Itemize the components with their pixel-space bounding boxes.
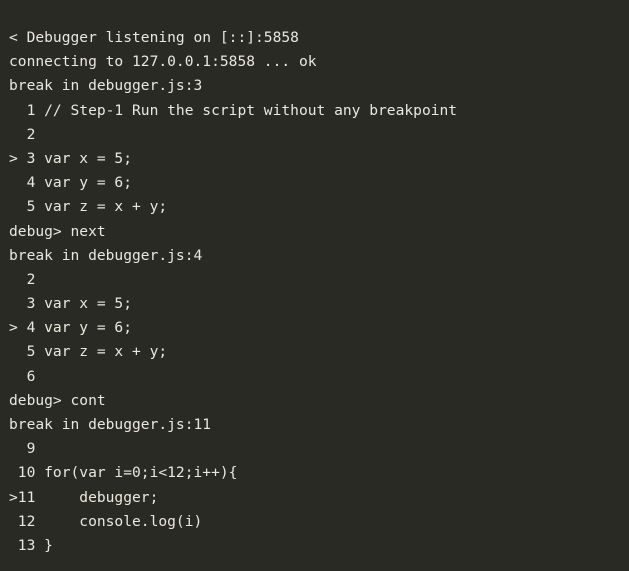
terminal-output-pane[interactable]: < Debugger listening on [::]:5858connect… [0, 0, 629, 571]
terminal-line-source-line: 5 var z = x + y; [9, 198, 168, 216]
terminal-line-prompt-command: debug> next [9, 222, 106, 240]
terminal-line-source-line: 5 var z = x + y; [9, 343, 168, 361]
terminal-line-source-line: 1 // Step-1 Run the script without any b… [9, 101, 458, 119]
terminal-line-prompt-command: debug> cont [9, 391, 106, 409]
terminal-line-break-notice: break in debugger.js:3 [9, 77, 203, 95]
terminal-line-break-notice: break in debugger.js:4 [9, 246, 203, 264]
terminal-line-break-notice: break in debugger.js:11 [9, 416, 212, 433]
terminal-line-source-line: > 4 var y = 6; [9, 319, 133, 337]
terminal-line-debugger-output: < Debugger listening on [::]:5858 [9, 29, 299, 46]
terminal-line-source-line: 2 [9, 270, 36, 288]
terminal-line-source-line: 3 var x = 5; [9, 295, 133, 313]
terminal-line-source-line: 2 [9, 125, 36, 143]
terminal-line-source-line: 4 var y = 6; [9, 174, 133, 192]
terminal-line-source-line: 12 console.log(i) [9, 512, 203, 530]
terminal-line-source-line: 9 [9, 440, 36, 458]
terminal-line-debugger-output: connecting to 127.0.0.1:5858 ... ok [9, 53, 317, 71]
terminal-line-source-line: 13 } [9, 536, 53, 554]
terminal-line-source-line: 10 for(var i=0;i<12;i++){ [9, 464, 238, 482]
terminal-line-source-line: > 3 var x = 5; [9, 149, 133, 167]
terminal-line-source-line: 6 [9, 367, 36, 385]
terminal-line-source-line: >11 debugger; [9, 488, 159, 506]
